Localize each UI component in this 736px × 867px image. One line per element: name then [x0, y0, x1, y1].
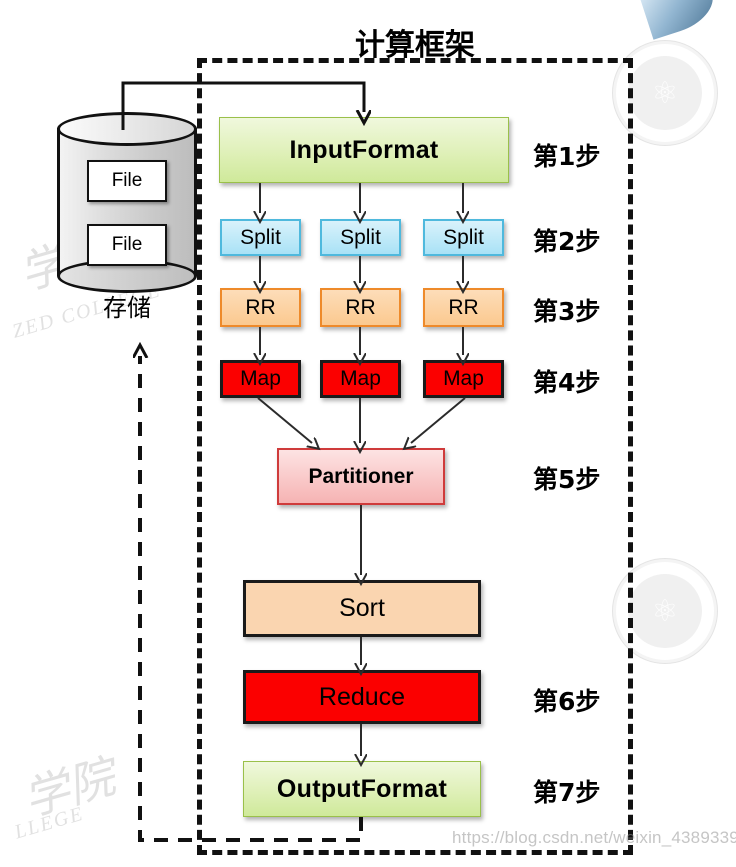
node-map-1: Map: [220, 360, 301, 398]
cylinder-top-ellipse: [57, 112, 197, 146]
node-input-format: InputFormat: [219, 117, 509, 183]
script-watermark: LLEGE: [12, 802, 87, 844]
storage-label: 存储: [103, 294, 151, 322]
corner-swoosh-decoration: [639, 0, 721, 40]
node-split-2: Split: [320, 219, 401, 256]
node-reduce: Reduce: [243, 670, 481, 724]
node-map-3: Map: [423, 360, 504, 398]
step-label-1: 第1步: [533, 142, 601, 171]
node-sort: Sort: [243, 580, 481, 637]
storage-cylinder: File File: [57, 112, 197, 293]
node-output-format: OutputFormat: [243, 761, 481, 817]
node-partitioner: Partitioner: [277, 448, 445, 505]
node-record-reader-2: RR: [320, 288, 401, 327]
node-split-1: Split: [220, 219, 301, 256]
script-watermark: 学院: [17, 751, 121, 826]
step-label-7: 第7步: [533, 778, 601, 807]
node-map-2: Map: [320, 360, 401, 398]
node-split-3: Split: [423, 219, 504, 256]
file-document-icon: File: [87, 160, 167, 202]
node-record-reader-3: RR: [423, 288, 504, 327]
step-label-2: 第2步: [533, 227, 601, 256]
diagram-canvas: ⚛ ⚛ 学院 ZED COLLEGE 学院 LLEGE 计算框架 File Fi…: [0, 0, 736, 867]
step-label-4: 第4步: [533, 368, 601, 397]
file-document-icon: File: [87, 224, 167, 266]
step-label-3: 第3步: [533, 297, 601, 326]
step-label-5: 第5步: [533, 465, 601, 494]
step-label-6: 第6步: [533, 687, 601, 716]
node-record-reader-1: RR: [220, 288, 301, 327]
